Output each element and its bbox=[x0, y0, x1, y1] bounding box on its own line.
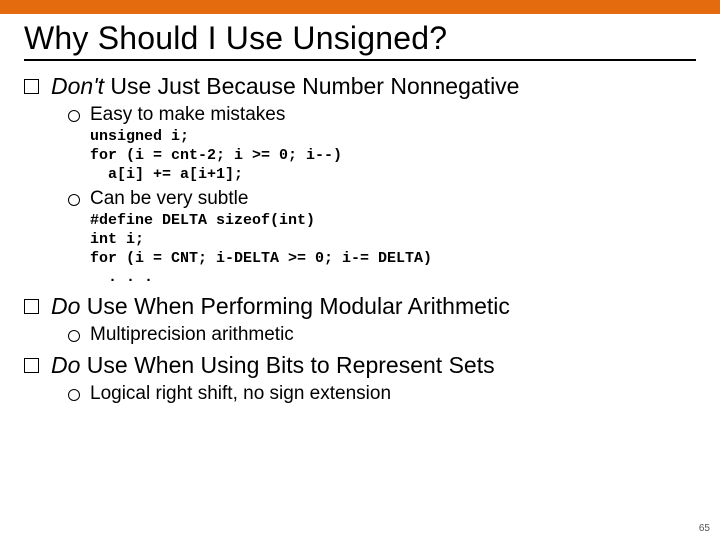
bullet-lvl1-text: Do Use When Using Bits to Represent Sets bbox=[51, 352, 696, 379]
circle-bullet-icon bbox=[68, 389, 80, 401]
bullet-lvl2-text: Easy to make mistakes bbox=[90, 104, 696, 126]
bullet-lvl2: Logical right shift, no sign extension bbox=[68, 383, 696, 405]
code-block: #define DELTA sizeof(int) int i; for (i … bbox=[90, 212, 696, 287]
circle-bullet-icon bbox=[68, 110, 80, 122]
circle-bullet-icon bbox=[68, 194, 80, 206]
page-number: 65 bbox=[699, 523, 710, 534]
square-bullet-icon bbox=[24, 79, 39, 94]
square-bullet-icon bbox=[24, 299, 39, 314]
emph-word: Do bbox=[51, 352, 80, 378]
bullet-lvl2-text: Logical right shift, no sign extension bbox=[90, 383, 696, 405]
bullet-lvl1: Do Use When Performing Modular Arithmeti… bbox=[24, 293, 696, 320]
slide-title: Why Should I Use Unsigned? bbox=[24, 20, 696, 57]
bullet-lvl1-text: Don't Use Just Because Number Nonnegativ… bbox=[51, 73, 696, 100]
bullet-lvl2-text: Can be very subtle bbox=[90, 188, 696, 210]
title-underline bbox=[24, 59, 696, 61]
rest-text: Use When Performing Modular Arithmetic bbox=[80, 293, 510, 319]
rest-text: Use Just Because Number Nonnegative bbox=[104, 73, 520, 99]
rest-text: Use When Using Bits to Represent Sets bbox=[80, 352, 494, 378]
emph-word: Don't bbox=[51, 73, 104, 99]
code-block: unsigned i; for (i = cnt-2; i >= 0; i--)… bbox=[90, 128, 696, 184]
bullet-lvl1-text: Do Use When Performing Modular Arithmeti… bbox=[51, 293, 696, 320]
bullet-lvl2-text: Multiprecision arithmetic bbox=[90, 324, 696, 346]
emph-word: Do bbox=[51, 293, 80, 319]
accent-top-bar bbox=[0, 0, 720, 14]
square-bullet-icon bbox=[24, 358, 39, 373]
bullet-lvl1: Don't Use Just Because Number Nonnegativ… bbox=[24, 73, 696, 100]
bullet-lvl2: Easy to make mistakes bbox=[68, 104, 696, 126]
slide-body: Why Should I Use Unsigned? Don't Use Jus… bbox=[0, 20, 720, 405]
circle-bullet-icon bbox=[68, 330, 80, 342]
bullet-lvl2: Can be very subtle bbox=[68, 188, 696, 210]
bullet-lvl2: Multiprecision arithmetic bbox=[68, 324, 696, 346]
bullet-lvl1: Do Use When Using Bits to Represent Sets bbox=[24, 352, 696, 379]
